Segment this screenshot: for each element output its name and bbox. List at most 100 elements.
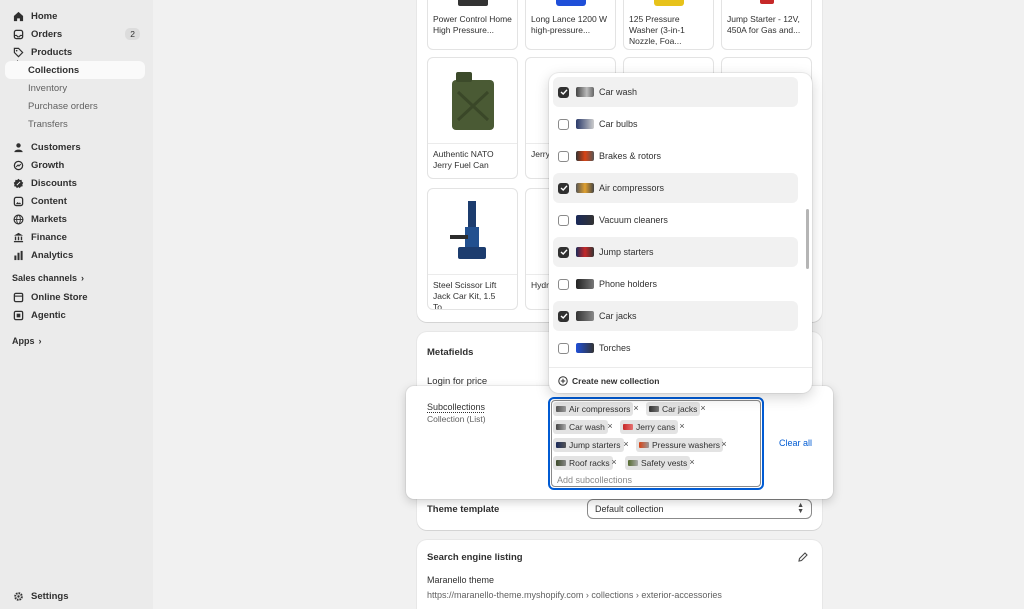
product-tile[interactable]: Long Lance 1200 W high-pressure... (525, 0, 616, 50)
checkbox[interactable] (558, 150, 569, 162)
tag-label: Jump starters (569, 440, 621, 450)
checkbox[interactable] (558, 342, 569, 354)
bank-icon (12, 231, 24, 243)
tag-label: Car wash (569, 422, 605, 432)
dropdown-option[interactable]: Brakes & rotors (553, 141, 798, 171)
option-label: Brakes & rotors (599, 151, 662, 161)
nav-orders[interactable]: Orders 2 (5, 25, 145, 43)
nav-home[interactable]: Home (5, 7, 145, 25)
checkbox[interactable] (558, 310, 569, 322)
checkbox[interactable] (558, 246, 569, 258)
nav-agentic[interactable]: Agentic (5, 306, 145, 324)
remove-tag-icon[interactable]: × (632, 403, 640, 413)
dropdown-option[interactable]: Air compressors (553, 173, 798, 203)
theme-template-label: Theme template (427, 504, 500, 515)
nav-finance[interactable]: Finance (5, 228, 145, 246)
collection-thumb (576, 119, 594, 129)
remove-tag-icon[interactable]: × (622, 439, 630, 449)
nav-purchase-orders[interactable]: Purchase orders (5, 97, 145, 115)
product-tile[interactable]: 125 Pressure Washer (3-in-1 Nozzle, Foa.… (623, 0, 714, 50)
nav-label: Inventory (28, 82, 68, 94)
section-label: Apps (12, 336, 35, 346)
nav-products[interactable]: Products (5, 43, 145, 61)
product-tile[interactable]: Power Control Home High Pressure... (427, 0, 518, 50)
remove-tag-icon[interactable]: × (720, 439, 728, 449)
nav-content[interactable]: Content (5, 192, 145, 210)
remove-tag-icon[interactable]: × (606, 421, 614, 431)
create-collection-button[interactable]: Create new collection (549, 367, 812, 393)
remove-tag-icon[interactable]: × (688, 457, 696, 467)
nav-markets[interactable]: Markets (5, 210, 145, 228)
nav-customers[interactable]: Customers (5, 138, 145, 156)
globe-icon (12, 213, 24, 225)
product-tile[interactable]: Steel Scissor Lift Jack Car Kit, 1.5 To.… (427, 188, 518, 310)
dropdown-option[interactable]: Car wash (553, 77, 798, 107)
nav-online-store[interactable]: Online Store (5, 288, 145, 306)
theme-template-select[interactable]: Default collection ▲ ▼ (587, 499, 812, 519)
checkbox[interactable] (558, 214, 569, 226)
dropdown-option[interactable]: Car jacks (553, 301, 798, 331)
chevron-right-icon: › (38, 336, 42, 346)
tag-safety-vests: Safety vests (625, 456, 691, 470)
theme-template-value: Default collection (595, 504, 664, 514)
remove-tag-icon[interactable]: × (610, 457, 618, 467)
subcollections-input-placeholder[interactable]: Add subcollections (557, 475, 632, 485)
metafields-title: Metafields (427, 347, 474, 358)
nav-label: Home (31, 10, 58, 22)
product-tile[interactable]: Jump Starter - 12V, 450A for Gas and... (721, 0, 812, 50)
select-chevron-icon: ▲ ▼ (797, 502, 804, 515)
nav-label: Collections (28, 64, 80, 76)
nav-analytics[interactable]: Analytics (5, 246, 145, 264)
subcollections-field[interactable]: Air compressors × Car jacks × Car wash ×… (548, 397, 764, 490)
nav-growth[interactable]: Growth (5, 156, 145, 174)
orders-count-badge: 2 (125, 28, 140, 40)
clear-all-button[interactable]: Clear all (779, 438, 812, 448)
tag-car-wash: Car wash (553, 420, 608, 434)
dropdown-option[interactable]: Torches (553, 333, 798, 363)
nav-label: Products (31, 46, 73, 58)
dropdown-option[interactable]: Jump starters (553, 237, 798, 267)
collection-thumb (639, 442, 649, 448)
tag-jerry-cans: Jerry cans (620, 420, 679, 434)
edit-pencil-icon[interactable] (797, 551, 809, 563)
collection-thumb (576, 343, 594, 353)
option-label: Car wash (599, 87, 638, 97)
nav-inventory[interactable]: Inventory (5, 79, 145, 97)
nav-settings[interactable]: Settings (5, 587, 145, 605)
tag-roof-racks: Roof racks (553, 456, 613, 470)
dropdown-option[interactable]: Car bulbs (553, 109, 798, 139)
nav-collections[interactable]: Collections (5, 61, 145, 79)
nav-transfers[interactable]: Transfers (5, 115, 145, 133)
seo-url: https://maranello-theme.myshopify.com › … (427, 590, 722, 600)
nav-label: Content (31, 195, 67, 207)
sales-channels-header[interactable]: Sales channels › (12, 273, 84, 283)
remove-tag-icon[interactable]: × (699, 403, 707, 413)
dropdown-option[interactable]: Phone holders (553, 269, 798, 299)
option-label: Car jacks (599, 311, 637, 321)
dropdown-scrollbar[interactable] (806, 209, 809, 269)
nav-label: Settings (31, 590, 69, 602)
product-tile[interactable]: Authentic NATO Jerry Fuel Can (427, 57, 518, 179)
nav-discounts[interactable]: Discounts (5, 174, 145, 192)
nav-label: Purchase orders (28, 100, 98, 112)
product-image (722, 0, 811, 9)
checkbox[interactable] (558, 86, 569, 98)
product-name: Jump Starter - 12V, 450A for Gas and... (727, 14, 801, 35)
option-label: Torches (599, 343, 631, 353)
checkbox[interactable] (558, 278, 569, 290)
collection-thumb (556, 424, 566, 430)
apps-header[interactable]: Apps › (12, 336, 42, 346)
chart-icon (12, 249, 24, 261)
tag-label: Jerry cans (636, 422, 676, 432)
product-name: Authentic NATO Jerry Fuel Can (433, 149, 494, 170)
gear-icon (12, 590, 24, 602)
nav-label: Transfers (28, 118, 68, 130)
option-label: Phone holders (599, 279, 658, 289)
tag-jump-starters: Jump starters (553, 438, 624, 452)
checkbox[interactable] (558, 118, 569, 130)
dropdown-option[interactable]: Vacuum cleaners (553, 205, 798, 235)
checkbox[interactable] (558, 182, 569, 194)
collection-thumb (576, 151, 594, 161)
remove-tag-icon[interactable]: × (678, 421, 686, 431)
seo-site-name: Maranello theme (427, 575, 495, 585)
